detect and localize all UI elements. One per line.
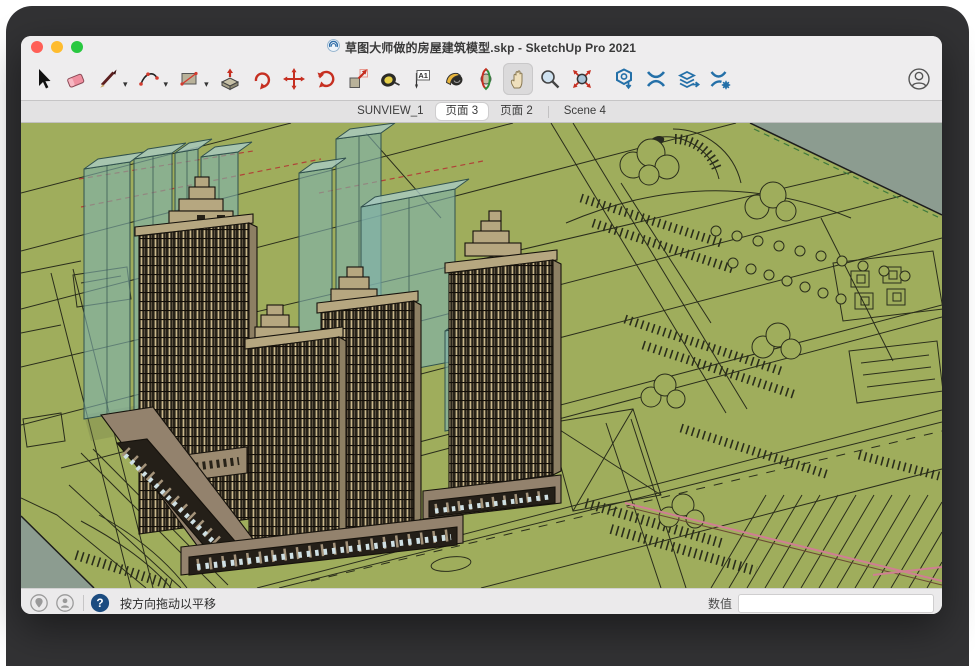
tab-page-3[interactable]: 页面 3 (436, 103, 489, 120)
select-tool-button[interactable] (29, 63, 59, 95)
paint-bucket-icon (442, 67, 466, 91)
statusbar-divider (83, 595, 84, 611)
tab-page-2[interactable]: 页面 2 (490, 103, 543, 120)
sketchup-window: 草图大师做的房屋建筑模型.skp - SketchUp Pro 2021 ▾ ▾… (21, 36, 942, 614)
orbit-icon (474, 67, 498, 91)
rotate-icon (314, 67, 338, 91)
sketchup-doc-icon (327, 39, 340, 55)
status-hint: 按方向拖动以平移 (120, 595, 216, 612)
arc-icon (137, 67, 161, 91)
rectangle-tool-button[interactable] (174, 63, 204, 95)
window-title-text: 草图大师做的房屋建筑模型.skp - SketchUp Pro 2021 (345, 39, 636, 56)
geolocation-pin-icon (29, 593, 49, 613)
eraser-icon (64, 67, 88, 91)
status-bar: ? 按方向拖动以平移 数值 (21, 588, 942, 614)
tape-measure-icon (378, 67, 402, 91)
credit-attribution-button[interactable] (55, 593, 75, 613)
tab-scene-4[interactable]: Scene 4 (554, 103, 616, 120)
text-tool-button[interactable]: A1 (407, 63, 437, 95)
rotate-tool-button[interactable] (311, 63, 341, 95)
main-toolbar: ▾ ▾ ▾ A1 (21, 58, 942, 101)
text-label-icon: A1 (410, 67, 434, 91)
tab-divider (548, 106, 549, 118)
offset-tool-button[interactable] (247, 63, 277, 95)
model-viewport[interactable] (21, 123, 942, 588)
extension-swap-button[interactable] (641, 63, 671, 95)
pencil-icon (96, 67, 120, 91)
window-title: 草图大师做的房屋建筑模型.skp - SketchUp Pro 2021 (21, 39, 942, 56)
tape-measure-tool-button[interactable] (375, 63, 405, 95)
person-credit-icon (55, 593, 75, 613)
zoom-tool-button[interactable] (535, 63, 565, 95)
zoom-magnifier-icon (538, 67, 562, 91)
scale-tool-button[interactable] (343, 63, 373, 95)
help-button[interactable]: ? (90, 593, 110, 613)
extension-layers-icon (676, 67, 700, 91)
offset-icon (250, 67, 274, 91)
arc-tool-dropdown[interactable]: ▾ (164, 79, 169, 90)
eraser-tool-button[interactable] (61, 63, 91, 95)
line-tool-dropdown[interactable]: ▾ (123, 79, 128, 90)
text-tool-glyph: A1 (418, 71, 428, 80)
model-scene (21, 123, 942, 588)
pan-hand-icon (506, 67, 530, 91)
orbit-tool-button[interactable] (471, 63, 501, 95)
move-tool-button[interactable] (279, 63, 309, 95)
account-button[interactable] (904, 63, 934, 95)
rectangle-icon (177, 67, 201, 91)
rectangle-tool-dropdown[interactable]: ▾ (204, 79, 209, 90)
measurement-label: 数值 (708, 595, 732, 612)
arc-tool-button[interactable] (134, 63, 164, 95)
push-pull-icon (218, 67, 242, 91)
zoom-extents-icon (570, 67, 594, 91)
scene-tabs-bar: SUNVIEW_1 页面 3 页面 2 Scene 4 (21, 101, 942, 123)
measurement-input[interactable] (738, 594, 934, 613)
extension-layers-button[interactable] (673, 63, 703, 95)
extension-settings-icon (708, 67, 732, 91)
push-pull-tool-button[interactable] (215, 63, 245, 95)
scale-icon (346, 67, 370, 91)
extension-settings-button[interactable] (705, 63, 735, 95)
extension-shield-icon (612, 67, 636, 91)
help-glyph: ? (96, 596, 103, 610)
extension-swap-icon (644, 67, 668, 91)
account-avatar-icon (906, 66, 932, 92)
geolocation-button[interactable] (29, 593, 49, 613)
select-arrow-icon (32, 67, 56, 91)
title-bar: 草图大师做的房屋建筑模型.skp - SketchUp Pro 2021 (21, 36, 942, 58)
tab-sunview-1[interactable]: SUNVIEW_1 (347, 103, 433, 120)
tower-2 (245, 305, 346, 564)
line-tool-button[interactable] (93, 63, 123, 95)
pan-tool-button[interactable] (503, 63, 533, 95)
zoom-extents-button[interactable] (567, 63, 597, 95)
extension-shield-button[interactable] (609, 63, 639, 95)
move-icon (282, 67, 306, 91)
paint-bucket-tool-button[interactable] (439, 63, 469, 95)
